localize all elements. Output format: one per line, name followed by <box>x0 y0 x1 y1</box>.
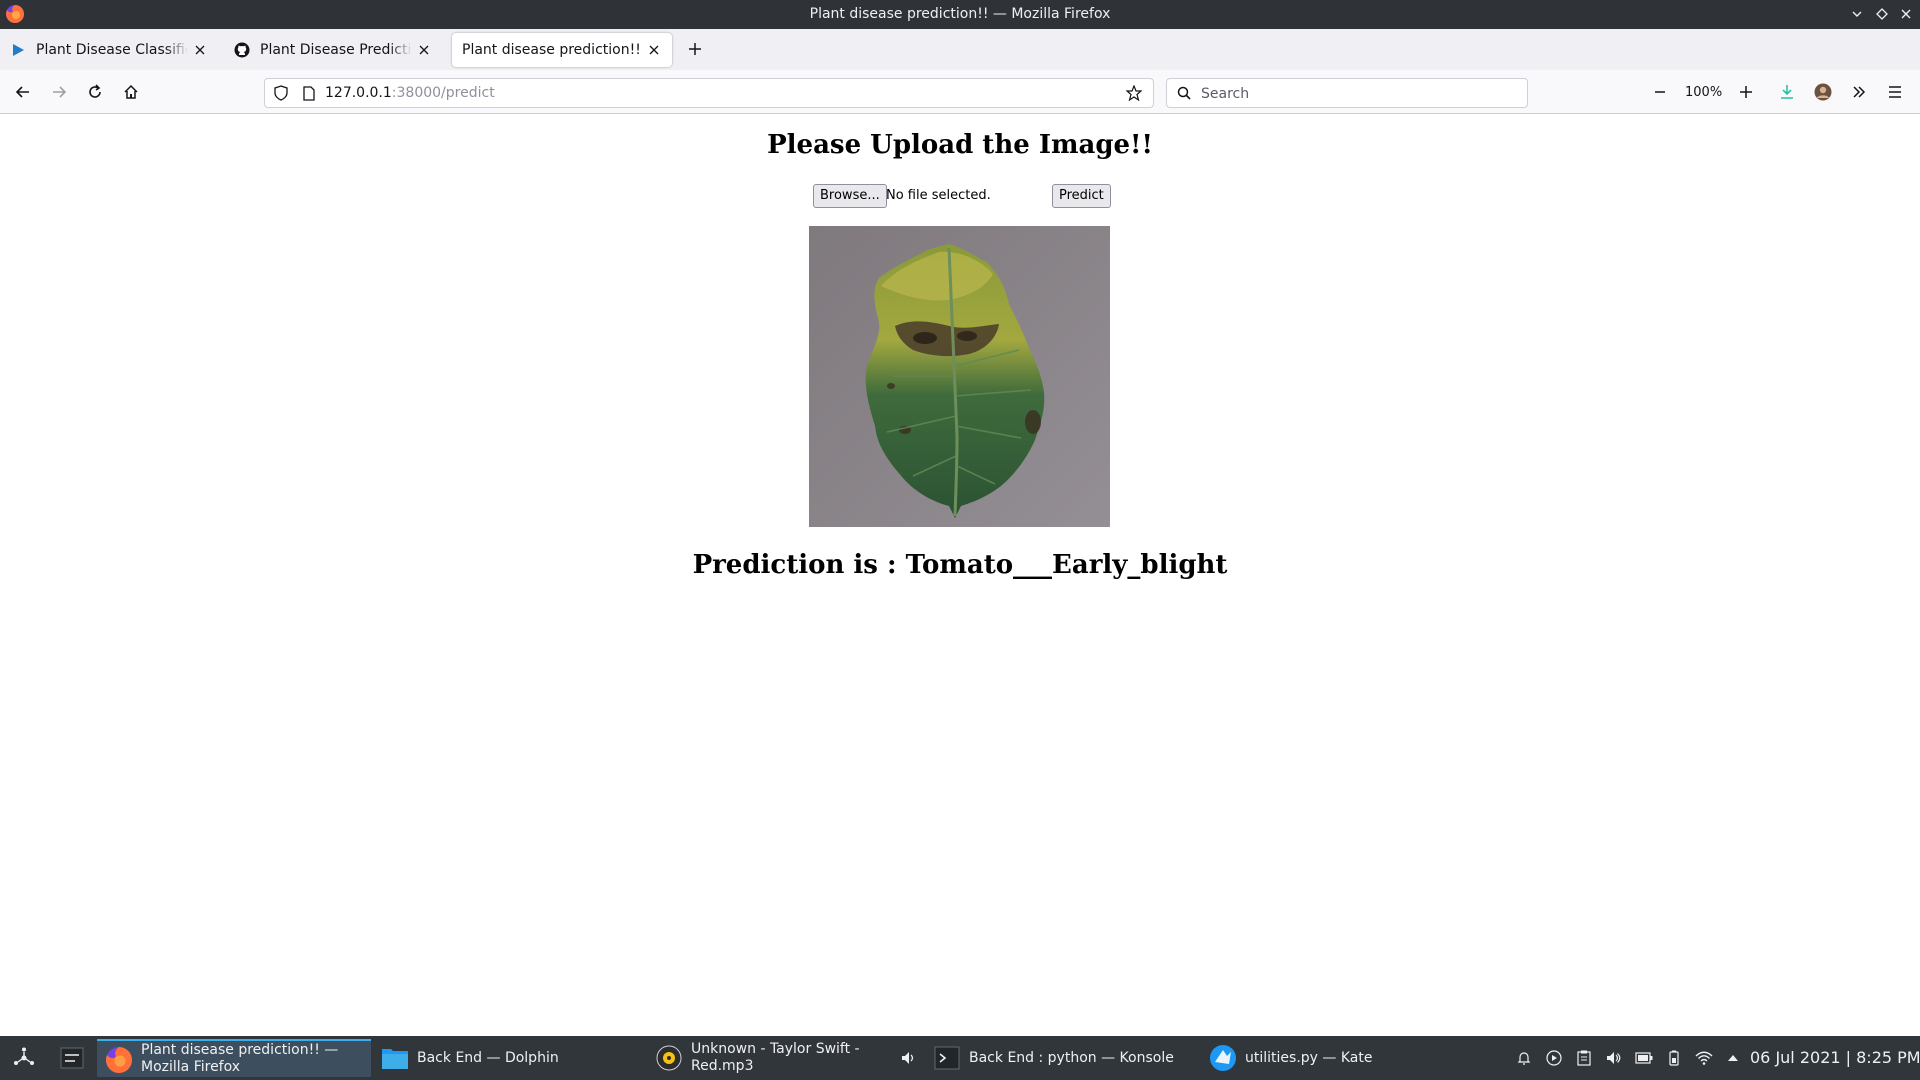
audio-playing-icon[interactable] <box>899 1049 917 1067</box>
reload-icon[interactable] <box>82 79 108 105</box>
task-music-player[interactable]: Unknown - Taylor Swift - Red.mp3 <box>647 1039 877 1077</box>
application-launcher-icon[interactable] <box>10 1045 38 1071</box>
zoom-level[interactable]: 100% <box>1685 85 1722 100</box>
music-player-icon <box>655 1044 683 1072</box>
task-label: Back End — Dolphin <box>417 1049 559 1066</box>
terminal-icon <box>933 1044 961 1072</box>
back-arrow-icon[interactable] <box>10 79 36 105</box>
wifi-icon[interactable] <box>1695 1049 1713 1067</box>
folder-icon <box>381 1044 409 1072</box>
tab-title: Plant Disease Prediction · Plant <box>260 42 412 58</box>
navigation-toolbar: 127.0.0.1:38000/predict 100% <box>0 70 1920 114</box>
forward-arrow-icon[interactable] <box>46 79 72 105</box>
extensions-overflow-icon[interactable] <box>1846 79 1872 105</box>
page-info-icon[interactable] <box>301 85 317 101</box>
minimize-icon[interactable] <box>1846 3 1868 25</box>
file-status: No file selected. <box>886 188 991 203</box>
power-profile-icon[interactable] <box>1665 1049 1683 1067</box>
tab-strip: Plant Disease Classification Plant Disea… <box>0 29 1920 70</box>
battery-icon[interactable] <box>1635 1049 1653 1067</box>
account-avatar-icon[interactable] <box>1810 79 1836 105</box>
hamburger-menu-icon[interactable] <box>1882 79 1908 105</box>
downloads-icon[interactable] <box>1774 79 1800 105</box>
tab-plant-disease-prediction-github[interactable]: Plant Disease Prediction · Plant <box>224 33 442 67</box>
task-label: Plant disease prediction!! — Mozilla Fir… <box>141 1042 339 1075</box>
kate-editor-icon <box>1209 1044 1237 1072</box>
url-text[interactable]: 127.0.0.1:38000/predict <box>325 85 495 101</box>
search-bar[interactable] <box>1166 78 1528 108</box>
browse-button[interactable]: Browse... <box>813 184 887 208</box>
window-title: Plant disease prediction!! — Mozilla Fir… <box>809 6 1111 22</box>
tray-expand-arrow-icon[interactable] <box>1724 1049 1742 1067</box>
task-dolphin[interactable]: Back End — Dolphin <box>373 1039 645 1077</box>
tab-title: Plant disease prediction!! <box>462 42 641 58</box>
page-heading: Please Upload the Image!! <box>767 130 1153 160</box>
task-kate[interactable]: utilities.py — Kate <box>1201 1039 1473 1077</box>
play-icon <box>10 42 26 58</box>
close-window-icon[interactable] <box>1895 3 1917 25</box>
close-tab-icon[interactable] <box>416 42 432 58</box>
tab-plant-disease-prediction-active[interactable]: Plant disease prediction!! <box>452 33 672 67</box>
taskbar: Plant disease prediction!! — Mozilla Fir… <box>0 1036 1920 1080</box>
close-tab-icon[interactable] <box>646 42 662 58</box>
prediction-result: Prediction is : Tomato___Early_blight <box>692 550 1228 580</box>
window-titlebar: Plant disease prediction!! — Mozilla Fir… <box>0 0 1920 29</box>
media-play-icon[interactable] <box>1545 1049 1563 1067</box>
bookmark-star-icon[interactable] <box>1126 85 1142 101</box>
close-tab-icon[interactable] <box>192 42 208 58</box>
task-label: Unknown - Taylor Swift - Red.mp3 <box>691 1041 860 1074</box>
tracking-protection-shield-icon[interactable] <box>273 85 289 101</box>
web-page: Please Upload the Image!! Browse... No f… <box>0 114 1920 1036</box>
task-label: utilities.py — Kate <box>1245 1049 1373 1066</box>
url-bar[interactable]: 127.0.0.1:38000/predict <box>264 78 1154 108</box>
github-icon <box>234 42 250 58</box>
notifications-bell-icon[interactable] <box>1515 1049 1533 1067</box>
search-icon <box>1176 85 1192 101</box>
task-firefox[interactable]: Plant disease prediction!! — Mozilla Fir… <box>97 1039 371 1077</box>
uploaded-leaf-image <box>809 226 1110 527</box>
home-icon[interactable] <box>118 79 144 105</box>
volume-icon[interactable] <box>1604 1049 1622 1067</box>
search-input[interactable] <box>1199 83 1503 105</box>
predict-button[interactable]: Predict <box>1052 184 1111 208</box>
task-konsole[interactable]: Back End : python — Konsole <box>925 1039 1199 1077</box>
maximize-icon[interactable] <box>1871 3 1893 25</box>
upload-form: Browse... No file selected. Predict <box>813 184 1113 210</box>
url-host: 127.0.0.1 <box>325 85 392 101</box>
clipboard-icon[interactable] <box>1575 1049 1593 1067</box>
virtual-desktop-pager-icon[interactable] <box>58 1045 86 1071</box>
clock[interactable]: 06 Jul 2021 | 8:25 PM <box>1750 1048 1920 1067</box>
zoom-out-icon[interactable] <box>1647 79 1673 105</box>
tab-title: Plant Disease Classification <box>36 42 188 58</box>
firefox-icon <box>105 1046 133 1074</box>
new-tab-plus-icon[interactable] <box>683 37 707 61</box>
tab-plant-disease-classification[interactable]: Plant Disease Classification <box>0 33 218 67</box>
zoom-in-icon[interactable] <box>1733 79 1759 105</box>
task-label: Back End : python — Konsole <box>969 1049 1174 1066</box>
url-path: :38000/predict <box>391 85 495 101</box>
